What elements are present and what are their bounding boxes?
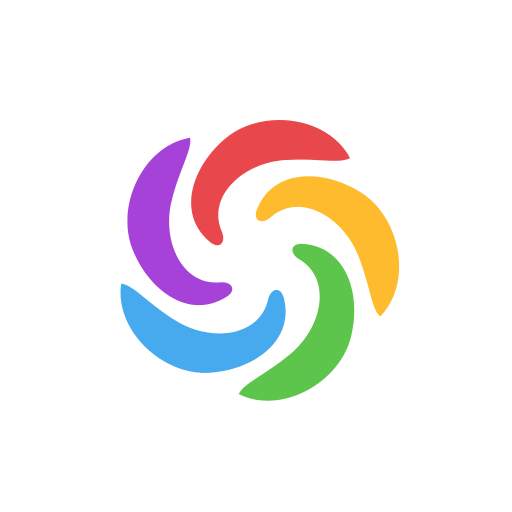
logo-petals xyxy=(120,119,400,401)
app-icon-canvas xyxy=(0,0,512,512)
swirl-pinwheel-logo-icon xyxy=(120,119,400,401)
green-petal xyxy=(238,243,355,401)
